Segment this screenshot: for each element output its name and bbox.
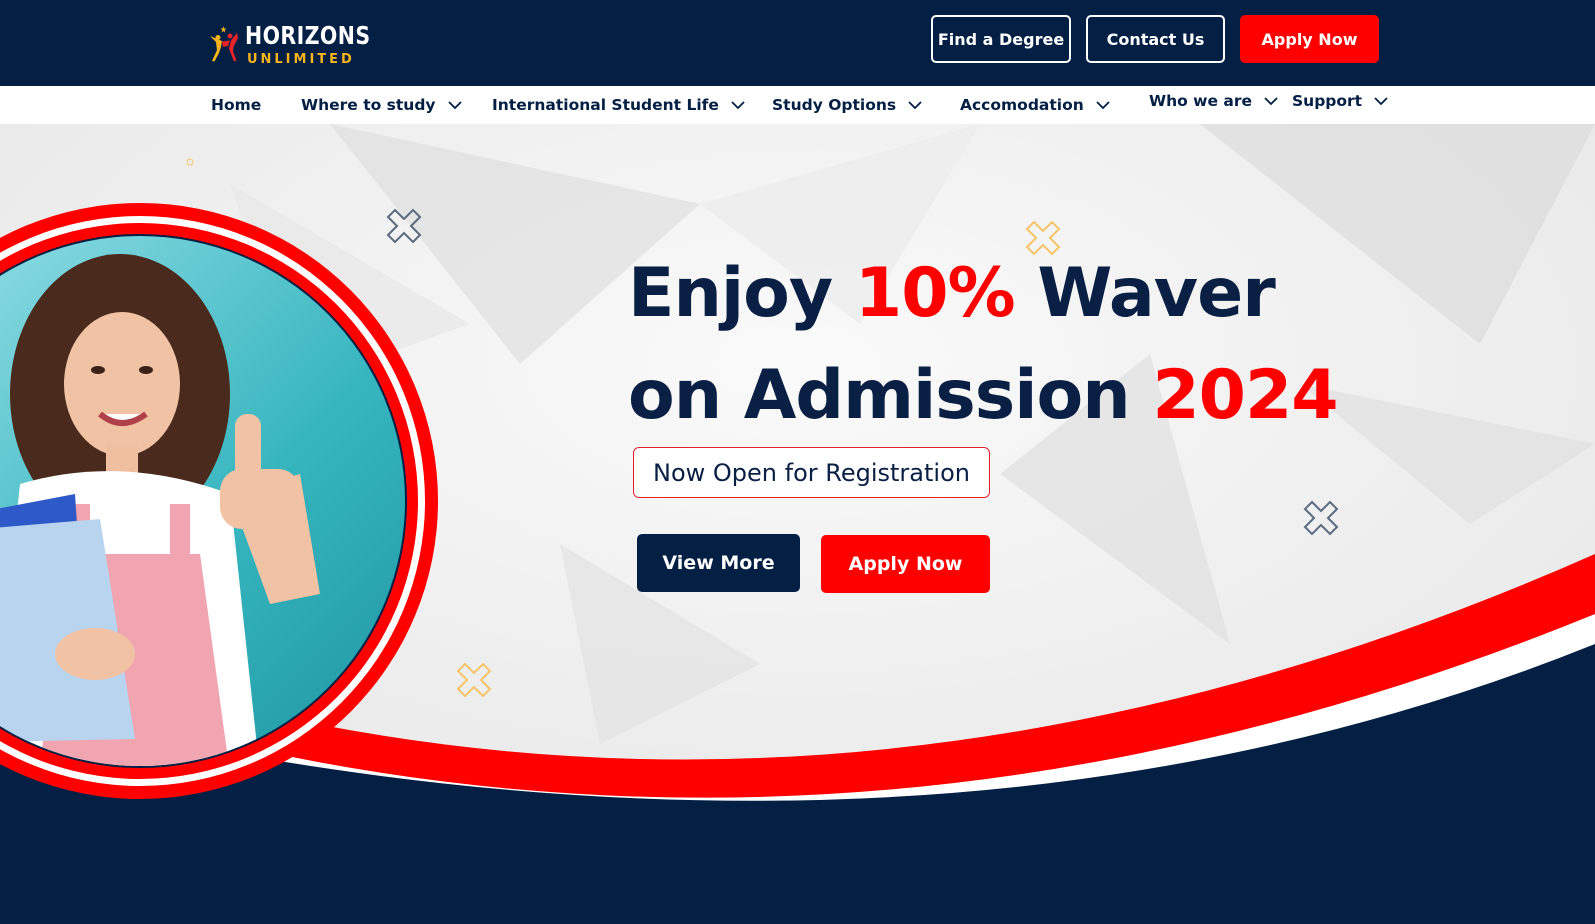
hero-headline-line-1: Enjoy 10% Waver [628, 254, 1276, 333]
chevron-down-icon [1264, 96, 1278, 105]
apply-now-header-button[interactable]: Apply Now [1240, 15, 1379, 63]
hero-headline-highlight: 2024 [1152, 356, 1338, 435]
nav-item-label: Where to study [301, 96, 436, 114]
logo-text: HORIZONS UNLIMITED [245, 23, 398, 66]
nav-item-label: Home [211, 96, 262, 114]
brand-tagline: UNLIMITED [246, 51, 355, 67]
find-degree-button[interactable]: Find a Degree [931, 15, 1071, 63]
nav-item-home[interactable]: Home [211, 86, 261, 124]
main-nav: Home Where to study International Studen… [0, 86, 1595, 124]
nav-item-label: Who we are [1149, 92, 1253, 110]
nav-item-label: Study Options [772, 96, 897, 114]
chevron-down-icon [1374, 96, 1388, 105]
nav-item-international-student-life[interactable]: International Student Life [492, 86, 745, 124]
nav-item-label: Accomodation [960, 96, 1084, 114]
view-more-button[interactable]: View More [637, 534, 800, 592]
brand-name: HORIZONS [244, 20, 371, 50]
nav-item-accomodation[interactable]: Accomodation [960, 86, 1110, 124]
chevron-down-icon [1096, 100, 1110, 109]
nav-item-who-we-are[interactable]: Who we are [1149, 82, 1278, 120]
hero-headline-text: on Admission [628, 356, 1153, 435]
registration-badge: Now Open for Registration [633, 447, 990, 498]
chevron-down-icon [908, 100, 922, 109]
nav-item-support[interactable]: Support [1292, 82, 1388, 120]
nav-item-where-to-study[interactable]: Where to study [301, 86, 462, 124]
hero-background [0, 124, 1595, 924]
logo-mark-icon [209, 26, 238, 62]
chevron-down-icon [447, 100, 462, 109]
hero-headline-line-2: on Admission 2024 [628, 356, 1339, 435]
apply-now-hero-button[interactable]: Apply Now [821, 535, 990, 593]
hero-headline-text: Waver [1014, 254, 1275, 333]
hero-banner: Enjoy 10% Waver on Admission 2024 Now Op… [0, 124, 1595, 924]
top-header: HORIZONS UNLIMITED Find a Degree Contact… [0, 0, 1595, 86]
nav-item-label: Support [1292, 92, 1363, 110]
hero-headline-highlight: 10% [854, 254, 1016, 333]
nav-item-label: International Student Life [492, 96, 719, 114]
hero-headline-text: Enjoy [628, 254, 855, 333]
contact-us-button[interactable]: Contact Us [1086, 15, 1225, 63]
nav-item-study-options[interactable]: Study Options [772, 86, 922, 124]
site-logo[interactable]: HORIZONS UNLIMITED [208, 6, 398, 82]
chevron-down-icon [731, 100, 745, 109]
